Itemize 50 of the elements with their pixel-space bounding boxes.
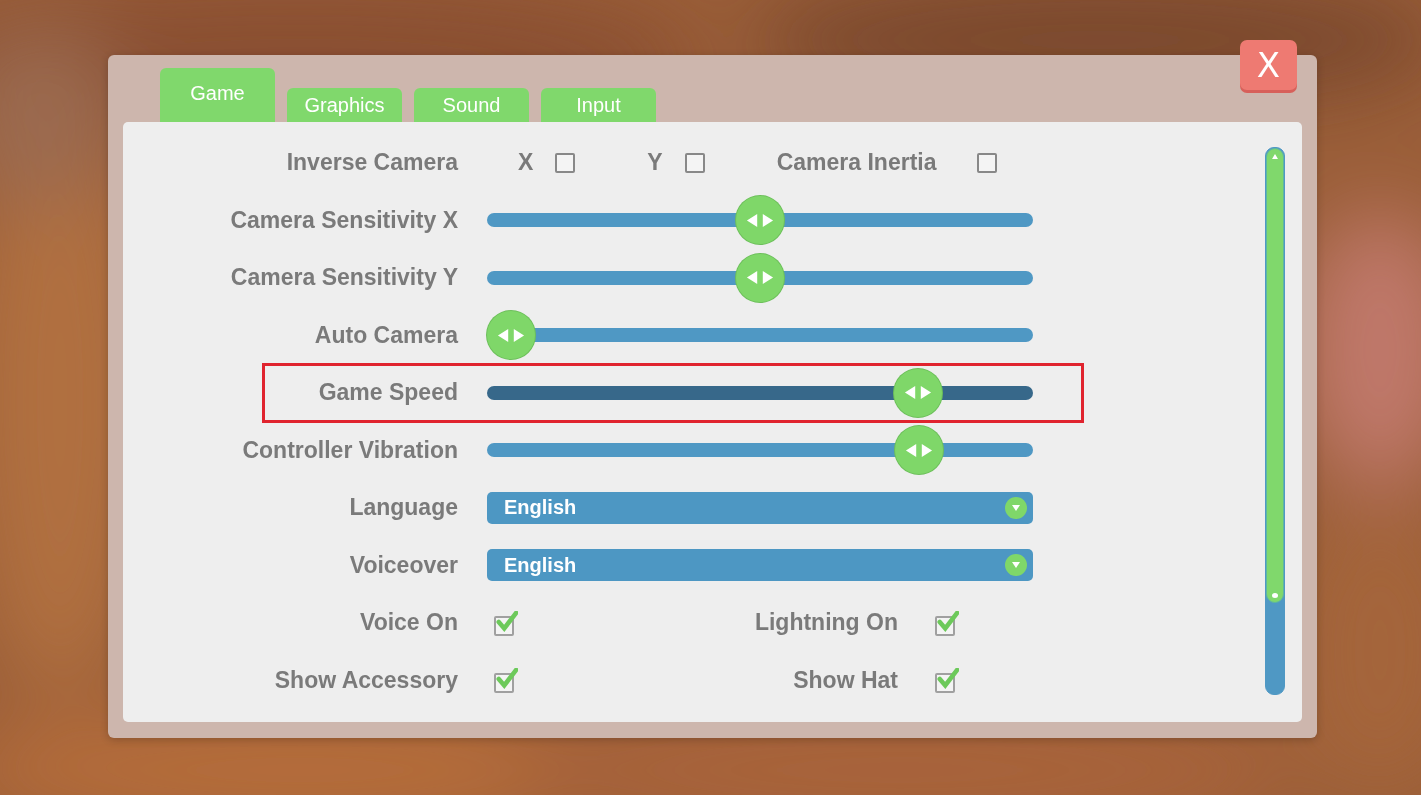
- setting-label: Auto Camera: [313, 321, 458, 349]
- close-button[interactable]: X: [1240, 40, 1297, 90]
- setting-label: Voice On: [359, 609, 458, 637]
- setting-label: Inverse Camera: [285, 149, 458, 177]
- checkbox[interactable]: [935, 667, 960, 694]
- slider[interactable]: [487, 311, 1033, 360]
- setting-label: Controller Vibration: [241, 436, 458, 464]
- option-label: X: [518, 149, 534, 177]
- slider-thumb[interactable]: [736, 253, 784, 302]
- setting-label: Show Accessory: [273, 666, 458, 694]
- left-right-arrows-icon: [746, 270, 774, 286]
- slider-thumb[interactable]: [893, 368, 942, 417]
- chevron-down-icon: [1005, 554, 1027, 577]
- scrollbar[interactable]: [1265, 147, 1285, 695]
- checkbox[interactable]: [555, 152, 576, 173]
- scrollbar-thumb[interactable]: [1266, 148, 1284, 603]
- setting-label: Camera Sensitivity Y: [229, 264, 458, 292]
- tab[interactable]: Graphics: [287, 88, 402, 122]
- checkbox[interactable]: [684, 152, 705, 173]
- setting-label: Show Hat: [792, 666, 898, 694]
- left-right-arrows-icon: [905, 442, 934, 458]
- slider[interactable]: [487, 368, 1033, 417]
- dropdown[interactable]: English: [487, 549, 1033, 582]
- setting-label: Language: [348, 494, 458, 522]
- tab[interactable]: Input: [541, 88, 656, 122]
- left-right-arrows-icon: [497, 327, 525, 343]
- slider-thumb[interactable]: [487, 311, 535, 360]
- dropdown[interactable]: English: [487, 491, 1033, 524]
- checkbox[interactable]: [976, 152, 997, 173]
- slider[interactable]: [487, 196, 1033, 245]
- checkbox[interactable]: [935, 609, 960, 636]
- slider-thumb[interactable]: [736, 196, 784, 245]
- setting-label: Lightning On: [753, 609, 898, 637]
- dropdown-value: English: [504, 496, 577, 520]
- chevron-down-icon: [1005, 496, 1027, 519]
- option-label: Camera Inertia: [776, 149, 937, 177]
- setting-label: Camera Sensitivity X: [229, 206, 458, 234]
- tab[interactable]: Game: [160, 68, 275, 122]
- tab[interactable]: Sound: [414, 88, 529, 122]
- slider[interactable]: [487, 253, 1033, 302]
- left-right-arrows-icon: [746, 212, 774, 228]
- checkbox[interactable]: [494, 609, 519, 636]
- setting-label: Game Speed: [317, 379, 458, 407]
- dropdown-value: English: [504, 553, 577, 577]
- slider[interactable]: [487, 426, 1033, 475]
- left-right-arrows-icon: [903, 385, 932, 401]
- slider-thumb[interactable]: [895, 426, 944, 475]
- checkbox[interactable]: [494, 667, 519, 694]
- setting-label: Voiceover: [348, 551, 458, 579]
- option-label: Y: [647, 149, 663, 177]
